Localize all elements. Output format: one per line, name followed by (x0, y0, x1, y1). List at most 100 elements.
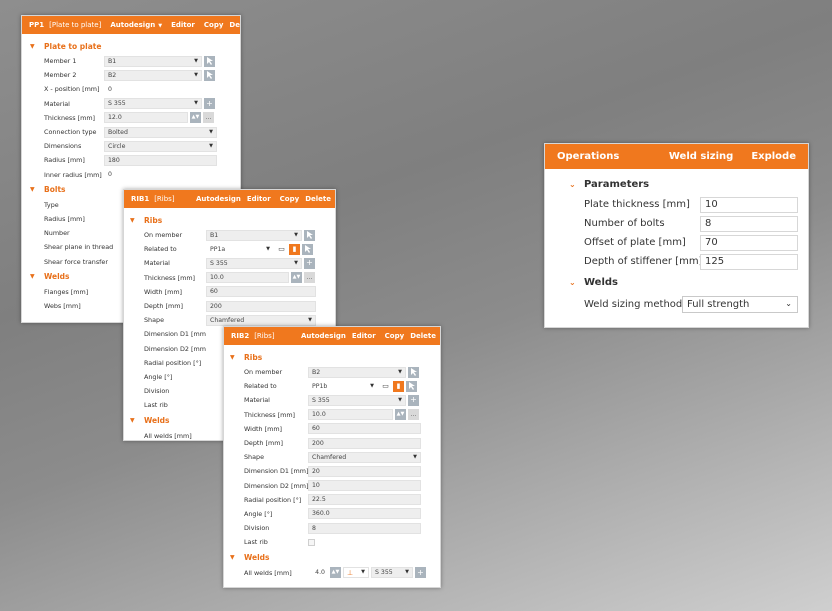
rib2-editor-button[interactable]: Editor (352, 332, 376, 340)
field-label: Depth [mm] (144, 302, 183, 311)
weld-sizing-button[interactable]: Weld sizing (669, 151, 733, 162)
stiffener-icon[interactable]: ▮ (393, 380, 404, 392)
pp1-copy-button[interactable]: Copy (204, 21, 224, 29)
xpos-input[interactable]: 0 (104, 84, 202, 95)
material-select[interactable]: S 355 ▼ (308, 394, 406, 406)
radial-position-input[interactable]: 22.5 (308, 494, 421, 506)
pick-cursor-icon[interactable] (204, 69, 215, 81)
fillet-weld-icon: ⊥ (347, 568, 354, 577)
chevron-down-icon: ▼ (130, 416, 135, 424)
pp1-autodesign-button[interactable]: Autodesign ▼ (110, 21, 162, 29)
offset-of-plate-input[interactable]: 70 (700, 234, 798, 251)
rib1-autodesign-button[interactable]: Autodesign (196, 195, 241, 203)
member2-select[interactable]: B2 ▼ (104, 69, 202, 81)
field-label: Inner radius [mm] (44, 170, 102, 179)
rib2-header: RIB2 [Ribs] Autodesign Editor Copy Delet… (224, 327, 440, 345)
depth-input[interactable]: 200 (206, 300, 316, 312)
rib2-copy-button[interactable]: Copy (385, 332, 405, 340)
ops-row-plate-thickness: Plate thickness [mm] 10 (545, 195, 808, 214)
add-icon[interactable]: + (408, 394, 419, 406)
field-label: Dimension D1 [mm] (244, 467, 308, 476)
more-button[interactable]: ... (203, 112, 214, 124)
weld-sizing-method-select[interactable]: Full strength ⌄ (682, 295, 798, 313)
plate-icon[interactable]: ▭ (276, 243, 287, 255)
pp1-section-plate[interactable]: ▼ Plate to plate (30, 38, 236, 54)
stepper-icon[interactable]: ▲▼ (291, 272, 302, 284)
dimensions-select[interactable]: Circle ▼ (104, 140, 217, 152)
pick-cursor-icon[interactable] (302, 243, 313, 255)
add-icon[interactable]: + (204, 98, 215, 110)
chevron-down-icon: ▼ (194, 57, 198, 64)
weld-type-select[interactable]: ⊥ ▼ (343, 567, 369, 579)
number-of-bolts-input[interactable]: 8 (700, 215, 798, 232)
pick-cursor-icon[interactable] (204, 55, 215, 67)
width-input[interactable]: 60 (206, 286, 316, 298)
pp1-delete-button[interactable]: Delete (229, 21, 240, 29)
field-label: Weld sizing method (584, 298, 683, 310)
pick-cursor-icon[interactable] (408, 366, 419, 378)
width-input[interactable]: 60 (308, 423, 421, 435)
rib1-copy-button[interactable]: Copy (280, 195, 300, 203)
pick-cursor-icon[interactable] (304, 229, 315, 241)
stepper-icon[interactable]: ▲▼ (330, 567, 341, 579)
field-label: Radial position [°] (144, 358, 202, 367)
dimension-d2-input[interactable]: 10 (308, 480, 421, 492)
rib2-delete-button[interactable]: Delete (410, 332, 436, 340)
stepper-icon[interactable]: ▲▼ (395, 409, 406, 421)
rib2-section-ribs[interactable]: ▼ Ribs (230, 349, 436, 365)
plate-thickness-input[interactable]: 10 (700, 196, 798, 213)
on-member-select[interactable]: B1 ▼ (206, 229, 302, 241)
chevron-down-icon: ▼ (398, 396, 402, 403)
rib1-delete-button[interactable]: Delete (305, 195, 331, 203)
field-label: Plate thickness [mm] (584, 199, 690, 210)
weld-material-select[interactable]: S 355 ▼ (371, 567, 413, 579)
related-to-select[interactable]: PP1b ▼ (308, 381, 378, 392)
plate-icon[interactable]: ▭ (380, 380, 391, 392)
shape-select[interactable]: Chamfered ▼ (308, 451, 421, 463)
stepper-icon[interactable]: ▲▼ (190, 112, 201, 124)
field-label: Dimension D1 [mm] (144, 330, 206, 339)
field-label: Shape (244, 453, 265, 462)
more-button[interactable]: ... (408, 409, 419, 421)
rib1-section-ribs[interactable]: ▼ Ribs (130, 212, 331, 228)
rib1-editor-button[interactable]: Editor (247, 195, 271, 203)
pp1-code: PP1 (29, 21, 45, 29)
division-input[interactable]: 8 (308, 522, 421, 534)
related-to-select[interactable]: PP1a ▼ (206, 244, 274, 255)
ops-row-num-bolts: Number of bolts 8 (545, 214, 808, 233)
thickness-input[interactable]: 10.0 (206, 272, 289, 284)
rib2-code: RIB2 (231, 332, 250, 340)
rib2-section-welds[interactable]: ▼ Welds (230, 549, 436, 565)
ops-row-depth-stiffener: Depth of stiffener [mm] 125 (545, 252, 808, 271)
thickness-input[interactable]: 12.0 (104, 112, 188, 124)
add-icon[interactable]: + (304, 257, 315, 269)
depth-input[interactable]: 200 (308, 437, 421, 449)
field-label: Depth of stiffener [mm] (584, 256, 703, 267)
all-welds-input[interactable]: 4.0 (308, 567, 328, 578)
ops-section-welds[interactable]: ⌄ Welds (545, 271, 808, 293)
connection-type-select[interactable]: Bolted ▼ (104, 126, 217, 138)
pick-cursor-icon[interactable] (406, 380, 417, 392)
explode-button[interactable]: Explode (751, 151, 796, 162)
on-member-select[interactable]: B2 ▼ (308, 366, 406, 378)
shape-select[interactable]: Chamfered ▼ (206, 314, 316, 326)
thickness-input[interactable]: 10.0 (308, 409, 393, 421)
chevron-down-icon: ▼ (266, 245, 270, 252)
dimension-d1-input[interactable]: 20 (308, 465, 421, 477)
inner-radius-input[interactable]: 0 (104, 169, 217, 180)
ops-section-parameters[interactable]: ⌄ Parameters (545, 173, 808, 195)
material-select[interactable]: S 355 ▼ (206, 257, 302, 269)
rib2-autodesign-button[interactable]: Autodesign (301, 332, 346, 340)
field-label: Shear force transfer (44, 257, 108, 266)
depth-of-stiffener-input[interactable]: 125 (700, 253, 798, 270)
member1-select[interactable]: B1 ▼ (104, 55, 202, 67)
more-button[interactable]: ... (304, 272, 315, 284)
add-icon[interactable]: + (415, 567, 426, 579)
radius-input[interactable]: 180 (104, 154, 217, 166)
pp1-row-member2: Member 2 B2 ▼ (30, 68, 236, 82)
angle-input[interactable]: 360.0 (308, 508, 421, 520)
material-select[interactable]: S 355 ▼ (104, 98, 202, 110)
stiffener-icon[interactable]: ▮ (289, 243, 300, 255)
last-rib-checkbox[interactable] (308, 538, 315, 546)
pp1-editor-button[interactable]: Editor (171, 21, 195, 29)
